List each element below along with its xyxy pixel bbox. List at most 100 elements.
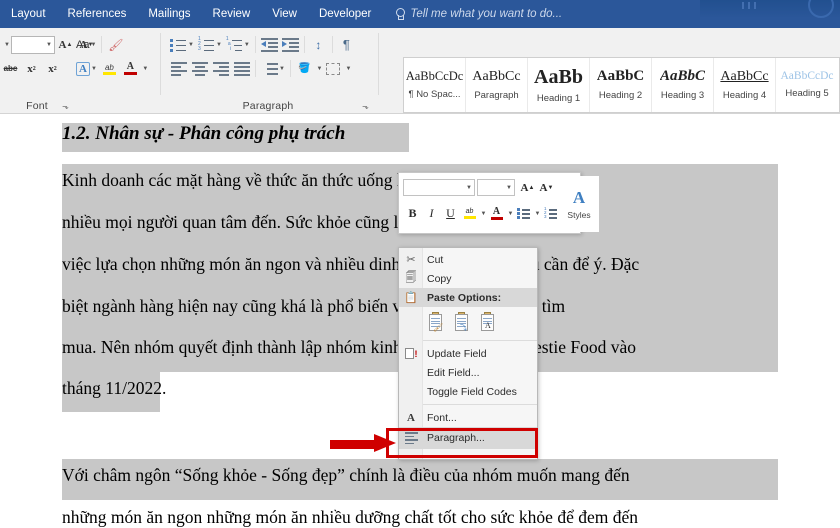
subscript-icon[interactable]: x2 xyxy=(21,58,42,79)
menu-item-label: Edit Field... xyxy=(427,367,480,379)
shading-caret[interactable]: ▼ xyxy=(315,58,323,79)
doc-line-3[interactable]: việc lựa chọn những món ăn ngon và nhiều… xyxy=(62,254,639,275)
paragraph-row-1: ▼ 123 ▼ 1ai ▼ xyxy=(168,34,357,55)
paragraph-row-2: ▼ 🪣 ▼ ▼ xyxy=(168,58,352,79)
menu-item-font[interactable]: A Font... xyxy=(399,408,537,427)
style-no-spacing[interactable]: AaBbCcDc ¶ No Spac... xyxy=(404,58,466,112)
paragraph-dialog-launcher[interactable]: ⬎ xyxy=(361,102,370,111)
font-dialog-launcher[interactable]: ⬎ xyxy=(61,102,70,111)
copy-icon: 🗐 xyxy=(403,271,419,286)
doc-line-6[interactable]: tháng 11/2022. xyxy=(62,378,166,399)
underline-button[interactable]: U xyxy=(441,204,460,223)
clear-formatting-icon[interactable]: 🖌 xyxy=(105,34,126,55)
shading-icon[interactable]: 🪣 xyxy=(294,58,315,79)
shrink-font-icon[interactable]: A▼ xyxy=(537,178,556,197)
style-name: Heading 2 xyxy=(599,90,642,101)
doc-line-7[interactable]: Với châm ngôn “Sống khỏe - Sống đẹp” chí… xyxy=(62,465,630,486)
text-effects-icon[interactable]: A▼ xyxy=(74,58,99,79)
menu-item-toggle-field-codes[interactable]: Toggle Field Codes xyxy=(399,382,537,401)
font-name-input[interactable]: ▼ xyxy=(403,179,475,196)
highlight-caret[interactable]: ▼ xyxy=(479,204,487,223)
tell-me-placeholder: Tell me what you want to do... xyxy=(410,8,562,20)
font-size-input[interactable]: ▼ xyxy=(11,36,55,54)
menu-item-update-field[interactable]: ! Update Field xyxy=(399,344,537,363)
align-left-icon[interactable] xyxy=(168,58,189,79)
menu-item-paste-options[interactable]: 📋 Paste Options: xyxy=(399,288,537,307)
paste-text-only-icon[interactable]: A xyxy=(479,312,496,332)
show-formatting-marks-icon[interactable]: ¶ xyxy=(336,34,357,55)
font-color-icon[interactable]: A xyxy=(487,204,506,223)
doc-line-8[interactable]: những món ăn ngon những món ăn nhiều dưỡ… xyxy=(62,507,638,528)
divider xyxy=(101,36,102,53)
font-size-input[interactable]: ▼ xyxy=(477,179,515,196)
increase-indent-icon[interactable] xyxy=(280,34,301,55)
menu-item-cut[interactable]: ✂ Cut xyxy=(399,250,537,269)
style-heading-2[interactable]: AaBbC Heading 2 xyxy=(590,58,652,112)
doc-line-5[interactable]: mua. Nên nhóm quyết định thành lập nhóm … xyxy=(62,337,636,358)
change-case-icon[interactable]: Aa▼ xyxy=(74,34,98,55)
document-heading[interactable]: 1.2. Nhân sự - Phân công phụ trách xyxy=(62,123,345,145)
bullets-caret[interactable]: ▼ xyxy=(533,204,541,223)
style-heading-4[interactable]: AaBbCc Heading 4 xyxy=(714,58,776,112)
align-right-icon[interactable] xyxy=(210,58,231,79)
group-separator xyxy=(160,33,161,95)
tab-review[interactable]: Review xyxy=(202,0,262,28)
font-color-icon[interactable]: A xyxy=(120,58,141,79)
divider xyxy=(304,36,305,53)
style-sample: AaBbCcDc xyxy=(780,71,833,83)
tab-developer[interactable]: Developer xyxy=(308,0,382,28)
numbering-icon[interactable]: 123 ▼ xyxy=(196,34,224,55)
justify-icon[interactable] xyxy=(231,58,252,79)
multilevel-list-icon[interactable]: 1ai ▼ xyxy=(224,34,252,55)
bullets-icon[interactable]: ▼ xyxy=(168,34,196,55)
paste-keep-source-icon[interactable]: 🖌 xyxy=(427,312,444,332)
align-center-icon[interactable] xyxy=(189,58,210,79)
borders-caret[interactable]: ▼ xyxy=(344,58,352,79)
ribbon: ▼ ▼ A▲ A▼ abc x2 x2 Font ⬎ Aa▼ 🖌 A▼ ab xyxy=(0,28,840,114)
divider xyxy=(290,60,291,77)
ribbon-group-paragraph: ▼ 123 ▼ 1ai ▼ xyxy=(162,28,374,114)
bold-button[interactable]: B xyxy=(403,204,422,223)
tell-me-search-box[interactable]: Tell me what you want to do... xyxy=(394,8,562,21)
style-sample: AaBbC xyxy=(660,69,705,84)
menu-item-label: Toggle Field Codes xyxy=(427,386,517,398)
styles-button-label: Styles xyxy=(567,210,590,220)
text-highlight-color-icon[interactable]: ab xyxy=(99,58,120,79)
style-heading-1[interactable]: AaBb Heading 1 xyxy=(528,58,590,112)
tab-view[interactable]: View xyxy=(261,0,308,28)
menu-item-copy[interactable]: 🗐 Copy xyxy=(399,269,537,288)
superscript-icon[interactable]: x2 xyxy=(42,58,63,79)
line-spacing-icon[interactable]: ▼ xyxy=(259,58,287,79)
font-color-caret[interactable]: ▼ xyxy=(506,204,514,223)
grow-font-icon[interactable]: A▲ xyxy=(55,34,76,55)
mini-toolbar-row-2: B I U ab ▼ A ▼ ▼ 123 ▼ xyxy=(403,204,584,223)
mini-formatting-toolbar[interactable]: ▼ ▼ A▲ A▼ 🖌 B I U ab ▼ A ▼ ▼ 123 ▼ xyxy=(398,172,581,234)
arrow-head xyxy=(374,434,396,452)
paste-merge-icon[interactable]: ⤵ xyxy=(453,312,470,332)
divider xyxy=(332,36,333,53)
strikethrough-icon[interactable]: abc xyxy=(0,58,21,79)
style-paragraph[interactable]: AaBbCc Paragraph xyxy=(466,58,528,112)
tab-references[interactable]: References xyxy=(57,0,138,28)
grow-font-icon[interactable]: A▲ xyxy=(518,178,537,197)
sort-icon[interactable]: ↕ xyxy=(308,34,329,55)
bullets-icon[interactable] xyxy=(514,204,533,223)
scissors-icon: ✂ xyxy=(403,252,419,267)
ribbon-tab-bar: Layout References Mailings Review View D… xyxy=(0,0,840,28)
decrease-indent-icon[interactable] xyxy=(259,34,280,55)
style-heading-3[interactable]: AaBbC Heading 3 xyxy=(652,58,714,112)
menu-item-edit-field[interactable]: Edit Field... xyxy=(399,363,537,382)
window-controls-artifact xyxy=(700,0,840,18)
styles-button[interactable]: A Styles xyxy=(559,176,599,232)
borders-icon[interactable] xyxy=(323,58,344,79)
tab-mailings[interactable]: Mailings xyxy=(137,0,201,28)
style-name: Heading 3 xyxy=(661,90,704,101)
italic-button[interactable]: I xyxy=(422,204,441,223)
font-name-caret[interactable]: ▼ xyxy=(2,34,11,55)
text-highlight-color-icon[interactable]: ab xyxy=(460,204,479,223)
style-heading-5[interactable]: AaBbCcDc Heading 5 xyxy=(776,58,838,112)
font-color-caret[interactable]: ▼ xyxy=(141,58,149,79)
numbering-icon[interactable]: 123 xyxy=(541,204,560,223)
tab-layout[interactable]: Layout xyxy=(0,0,57,28)
style-name: Heading 4 xyxy=(723,90,766,101)
